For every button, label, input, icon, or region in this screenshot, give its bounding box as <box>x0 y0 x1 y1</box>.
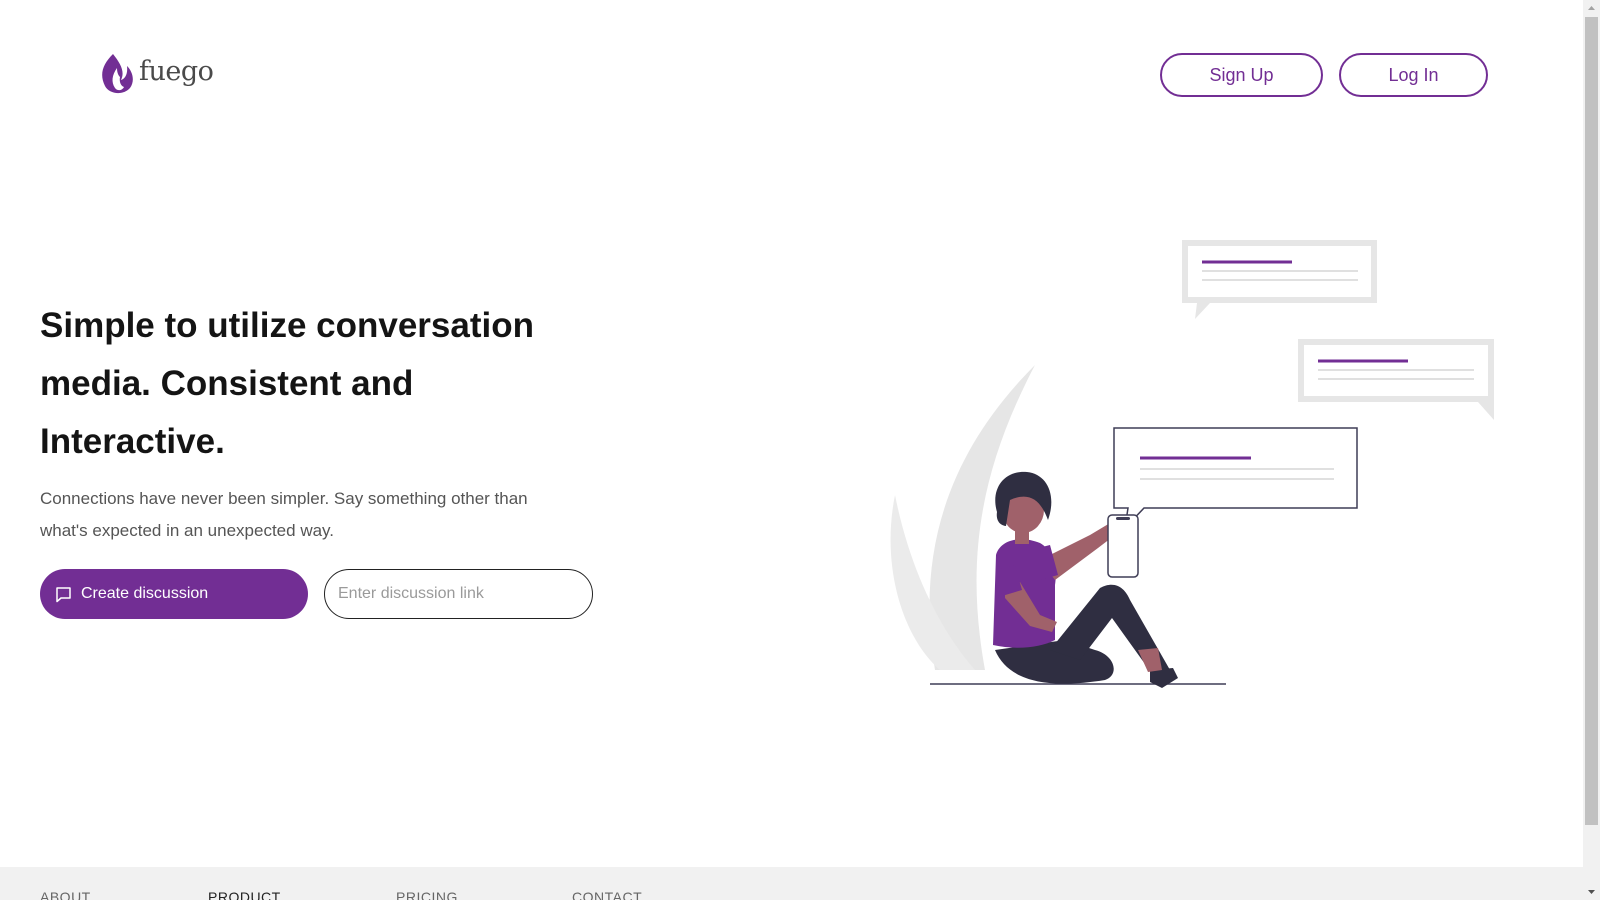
logo-text: fuego <box>139 55 214 87</box>
vertical-scrollbar[interactable] <box>1583 0 1600 900</box>
footer-link-pricing[interactable]: PRICING <box>396 889 458 900</box>
chat-illustration <box>890 240 1494 688</box>
login-button[interactable]: Log In <box>1339 53 1488 97</box>
scroll-up-arrow-icon[interactable] <box>1583 0 1600 17</box>
discussion-link-input[interactable] <box>324 569 593 619</box>
scrollbar-thumb[interactable] <box>1585 17 1598 825</box>
chat-bubble-icon <box>56 586 71 602</box>
footer-link-about[interactable]: ABOUT <box>40 889 91 900</box>
signup-button[interactable]: Sign Up <box>1160 53 1323 97</box>
footer: ABOUT PRODUCT PRICING CONTACT <box>0 867 1583 900</box>
logo[interactable]: fuego <box>99 52 214 96</box>
hero-title: Simple to utilize conversation media. Co… <box>40 306 534 461</box>
hero-subtitle: Connections have never been simpler. Say… <box>40 489 528 540</box>
landing-page: fuego Sign Up Log In Simple to utilize c… <box>0 0 1583 900</box>
scroll-down-arrow-icon[interactable] <box>1583 883 1600 900</box>
speech-bubble-middle <box>1298 339 1494 420</box>
speech-bubble-bottom <box>1113 427 1358 531</box>
flame-icon <box>102 54 133 94</box>
speech-bubble-top <box>1182 240 1377 319</box>
footer-link-product[interactable]: PRODUCT <box>208 889 281 900</box>
create-discussion-button[interactable]: Create discussion <box>40 569 308 619</box>
create-discussion-label: Create discussion <box>81 585 209 602</box>
footer-link-contact[interactable]: CONTACT <box>572 889 642 900</box>
